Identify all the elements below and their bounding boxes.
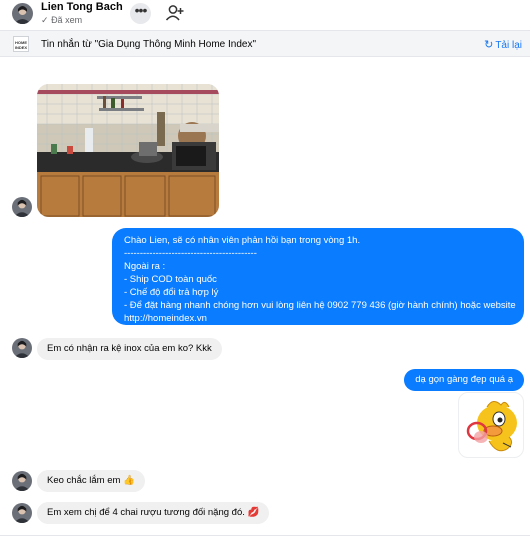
seen-status: ✓ Đã xem	[41, 15, 82, 26]
reply-line: - Ship COD toàn quốc	[124, 274, 217, 285]
message-request-banner: HOME INDEX Tin nhắn từ "Gia Dụng Thông M…	[0, 30, 530, 57]
conversation-header: Lien Tong Bach ✓ Đã xem •••	[0, 0, 530, 28]
more-options-button[interactable]: •••	[130, 3, 151, 24]
reload-label: Tải lại	[495, 40, 522, 51]
seen-label: Đã xem	[51, 15, 83, 25]
reply-line: ----------------------------------------…	[124, 248, 257, 259]
reply-line: Chào Lien, sẽ có nhân viên phản hồi bạn …	[124, 235, 361, 246]
add-person-icon	[165, 5, 184, 21]
reply-link[interactable]: http://homeindex.vn	[124, 312, 512, 325]
reply-line: - Chế độ đổi trả hợp lý	[124, 287, 219, 298]
avatar[interactable]	[12, 471, 32, 491]
incoming-message[interactable]: Keo chắc lắm em 👍	[37, 470, 145, 492]
page-logo: HOME INDEX	[13, 36, 29, 52]
reload-button[interactable]: ↻ Tải lại	[484, 38, 522, 51]
contact-name[interactable]: Lien Tong Bach	[41, 1, 123, 13]
add-user-button[interactable]	[165, 3, 185, 23]
outgoing-message[interactable]: dạ gọn gàng đẹp quá ạ	[404, 369, 524, 391]
avatar[interactable]	[12, 197, 32, 217]
auto-reply-message[interactable]: Chào Lien, sẽ có nhân viên phản hồi bạn …	[112, 228, 524, 325]
avatar[interactable]	[12, 3, 33, 24]
kitchen-photo[interactable]	[37, 84, 219, 217]
reply-line: Ngoài ra :	[124, 261, 166, 272]
sticker[interactable]	[458, 392, 524, 458]
composer-divider	[0, 535, 530, 536]
incoming-message[interactable]: Em có nhận ra kệ inox của em ko? Kkk	[37, 338, 222, 360]
avatar[interactable]	[12, 503, 32, 523]
banner-text: Tin nhắn từ "Gia Dụng Thông Minh Home In…	[41, 39, 257, 50]
reply-line: - Để đặt hàng nhanh chóng hơn vui lòng l…	[124, 300, 516, 311]
check-icon: ✓	[41, 15, 49, 25]
refresh-icon: ↻	[484, 39, 494, 51]
incoming-message[interactable]: Em xem chị để 4 chai rượu tương đối nặng…	[37, 502, 270, 524]
avatar[interactable]	[12, 338, 32, 358]
